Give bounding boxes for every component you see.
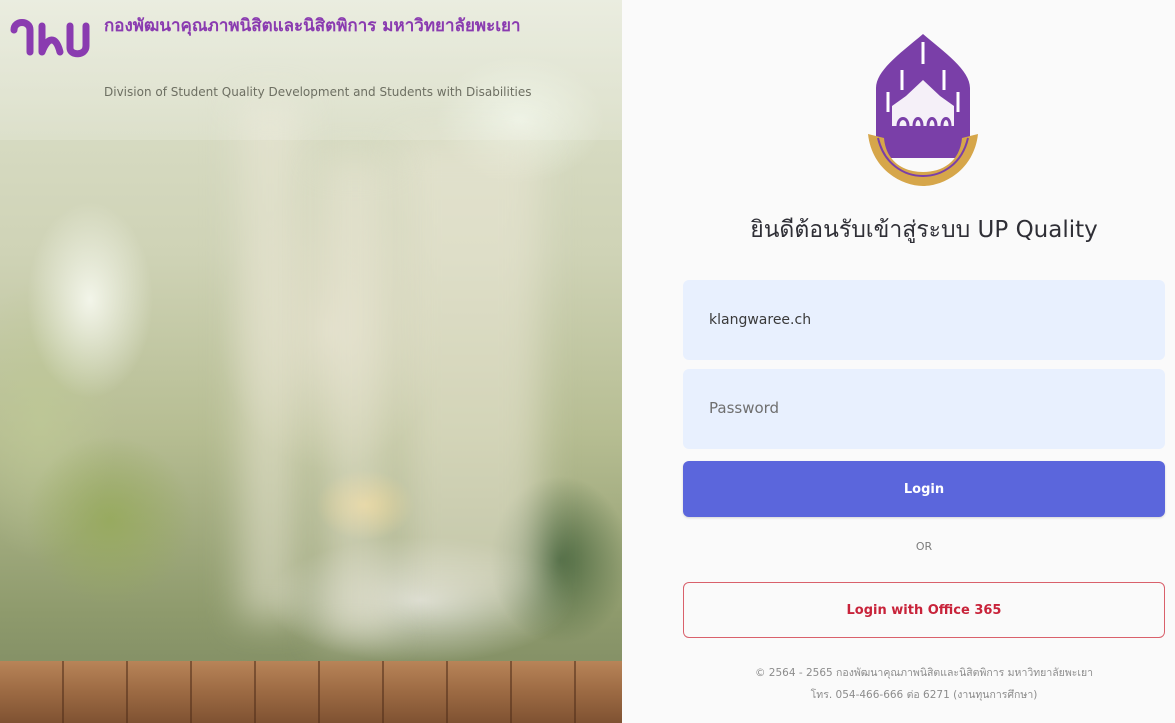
username-input[interactable] — [683, 280, 1165, 360]
org-name-english: Division of Student Quality Development … — [104, 85, 532, 99]
bokeh-column — [240, 100, 300, 620]
password-input[interactable] — [683, 369, 1165, 449]
bokeh-column — [320, 160, 390, 640]
org-name-thai: กองพัฒนาคุณภาพนิสิตและนิสิตพิการ มหาวิทย… — [104, 16, 521, 36]
background-image: กองพัฒนาคุณภาพนิสิตและนิสิตพิการ มหาวิทย… — [0, 0, 622, 723]
bokeh-column — [400, 140, 540, 600]
office365-login-button[interactable]: Login with Office 365 — [683, 582, 1165, 638]
wooden-floor — [0, 661, 622, 723]
or-divider: OR — [915, 540, 933, 553]
footer-copyright: © 2564 - 2565 กองพัฒนาคุณภาพนิสิตและนิสิ… — [754, 667, 1094, 679]
welcome-heading: ยินดีต้อนรับเข้าสู่ระบบ UP Quality — [750, 217, 1098, 243]
university-logo-icon — [10, 19, 90, 58]
footer: © 2564 - 2565 กองพัฒนาคุณภาพนิสิตและนิสิ… — [683, 662, 1165, 706]
footer-contact: โทร. 054-466-666 ต่อ 6271 (งานทุนการศึกษ… — [810, 689, 1038, 701]
university-emblem-icon — [868, 34, 978, 186]
login-button[interactable]: Login — [683, 461, 1165, 517]
